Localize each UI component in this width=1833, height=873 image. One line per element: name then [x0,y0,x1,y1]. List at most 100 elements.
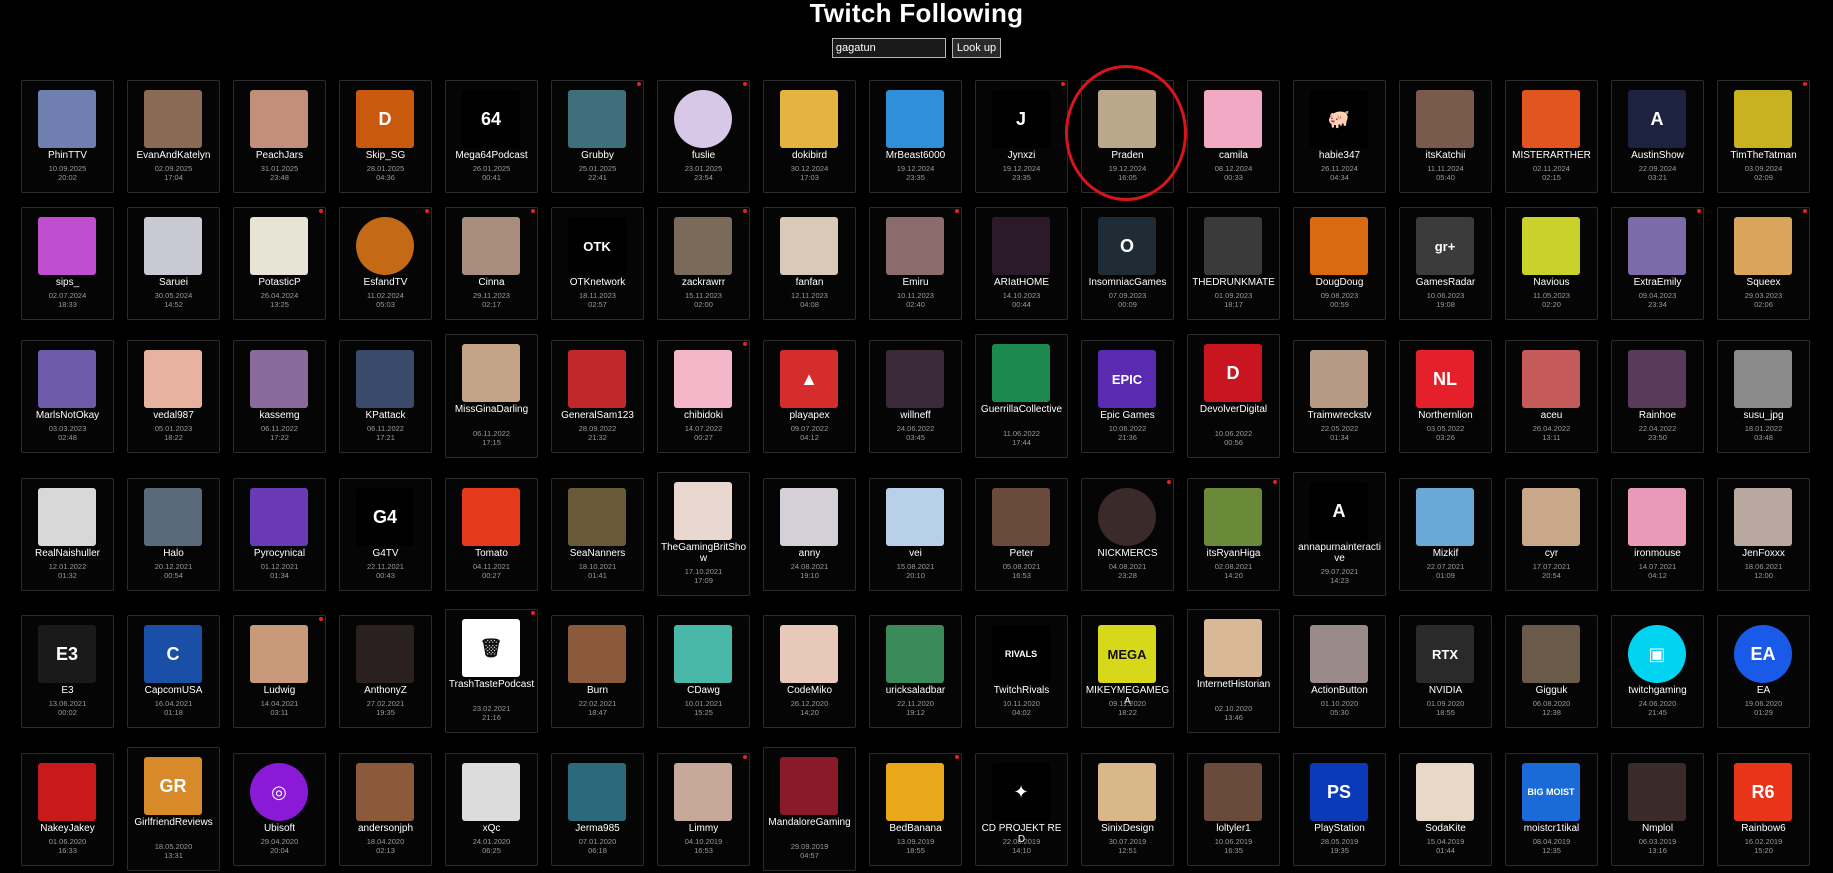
channel-card[interactable]: loltyler1 10.06.2019 16:35 [1187,753,1280,866]
channel-card[interactable]: ◎ Ubisoft 29.04.2020 20:04 [233,753,326,866]
channel-name[interactable]: SinixDesign [1084,823,1171,834]
channel-card[interactable]: willneff 24.06.2022 03:45 [869,340,962,453]
channel-name[interactable]: Navious [1508,277,1595,288]
channel-card[interactable]: camila 08.12.2024 00:33 [1187,80,1280,193]
channel-name[interactable]: ironmouse [1614,548,1701,559]
channel-card[interactable]: MISTERARTHER 02.11.2024 02:15 [1505,80,1598,193]
channel-card[interactable]: Peter 05.08.2021 16:53 [975,478,1068,591]
channel-name[interactable]: EsfandTV [342,277,429,288]
channel-name[interactable]: Halo [130,548,217,559]
channel-card[interactable]: C CapcomUSA 16.04.2021 01:18 [127,615,220,728]
person-photo-icon[interactable] [1310,625,1368,683]
channel-card[interactable]: Tomato 04.11.2021 00:27 [445,478,538,591]
channel-card[interactable]: vei 15.08.2021 20:10 [869,478,962,591]
channel-name[interactable]: Jynxzi [978,150,1065,161]
channel-name[interactable]: Peter [978,548,1065,559]
channel-name[interactable]: Mega64Podcast [448,150,535,161]
channel-name[interactable]: ExtraEmily [1614,277,1701,288]
twitch-logo-icon[interactable]: ▣ [1628,625,1686,683]
mikey-logo-icon[interactable]: MEGA [1098,625,1156,683]
channel-name[interactable]: NVIDIA [1402,685,1489,696]
channel-name[interactable]: PhinTTV [24,150,111,161]
g4-logo-icon[interactable]: G4 [356,488,414,546]
channel-card[interactable]: ARIatHOME 14.10.2023 00:44 [975,207,1068,320]
channel-name[interactable]: vedal987 [130,410,217,421]
pallet-photo-icon[interactable] [1098,90,1156,148]
channel-name[interactable]: aceu [1508,410,1595,421]
green-logo-icon[interactable] [886,625,944,683]
channel-card[interactable]: JenFoxxx 18.06.2021 12:00 [1717,478,1810,591]
knight-art-icon[interactable] [780,757,838,815]
channel-card[interactable]: GeneralSam123 28.09.2022 21:32 [551,340,644,453]
channel-name[interactable]: InternetHistorian [1190,679,1277,690]
channel-card[interactable]: ironmouse 14.07.2021 04:12 [1611,478,1704,591]
channel-name[interactable]: DevolverDigital [1190,404,1277,415]
channel-card[interactable]: A AustinShow 22.09.2024 03:21 [1611,80,1704,193]
channel-card[interactable]: 🐖 habie347 26.11.2024 04:34 [1293,80,1386,193]
channel-name[interactable]: Traimwreckstv [1296,410,1383,421]
purple-ghost-icon[interactable] [250,488,308,546]
r6-logo-icon[interactable]: R6 [1734,763,1792,821]
channel-name[interactable]: Burn [554,685,641,696]
anime-white-icon[interactable] [780,488,838,546]
bw-photo-icon[interactable] [1204,217,1262,275]
channel-card[interactable]: EA EA 19.06.2020 01:29 [1717,615,1810,728]
dragon-art-icon[interactable] [356,763,414,821]
channel-card[interactable]: vedal987 05.01.2023 18:22 [127,340,220,453]
moist-logo-icon[interactable]: BIG MOIST [1522,763,1580,821]
crescent-logo-icon[interactable]: O [1098,217,1156,275]
d-logo-icon[interactable]: D [356,90,414,148]
channel-card[interactable]: SodaKite 15.04.2019 01:44 [1399,753,1492,866]
ubisoft-logo-icon[interactable]: ◎ [250,763,308,821]
a-logo-icon[interactable]: A [1628,90,1686,148]
channel-name[interactable]: Pyrocynical [236,548,323,559]
channel-name[interactable]: ARIatHOME [978,277,1065,288]
channel-card[interactable]: D DevolverDigital 10.06.2022 00:56 [1187,334,1280,458]
channel-name[interactable]: Northernlion [1402,410,1489,421]
channel-card[interactable]: CodeMiko 26.12.2020 14:20 [763,615,856,728]
channel-card[interactable]: TheGamingBritShow 17.10.2021 17:09 [657,472,750,596]
channel-name[interactable]: InsomniacGames [1084,277,1171,288]
channel-name[interactable]: habie347 [1296,150,1383,161]
channel-name[interactable]: CapcomUSA [130,685,217,696]
channel-name[interactable]: willneff [872,410,959,421]
woman-photo-icon[interactable] [1734,488,1792,546]
channel-name[interactable]: TwitchRivals [978,685,1065,696]
channel-name[interactable]: SodaKite [1402,823,1489,834]
channel-name[interactable]: THEDRUNKMATE [1190,277,1277,288]
channel-card[interactable]: PhinTTV 10.09.2025 20:02 [21,80,114,193]
channel-card[interactable]: Pyrocynical 01.12.2021 01:34 [233,478,326,591]
e3-logo-icon[interactable]: E3 [38,625,96,683]
channel-card[interactable]: R6 Rainbow6 16.02.2019 15:20 [1717,753,1810,866]
channel-name[interactable]: playapex [766,410,853,421]
man-photo-icon[interactable] [568,90,626,148]
channel-name[interactable]: EvanAndKatelyn [130,150,217,161]
anime-pink-icon[interactable] [1204,90,1262,148]
channel-card[interactable]: EsfandTV 11.02.2024 05:03 [339,207,432,320]
channel-card[interactable]: Traimwreckstv 22.05.2022 01:34 [1293,340,1386,453]
channel-card[interactable]: Rainhoe 22.04.2022 23:50 [1611,340,1704,453]
channel-name[interactable]: andersonjph [342,823,429,834]
channel-name[interactable]: MissGinaDarling [448,404,535,415]
channel-name[interactable]: zackrawrr [660,277,747,288]
channel-card[interactable]: SinixDesign 30.07.2019 12:51 [1081,753,1174,866]
channel-card[interactable]: ActionButton 01.10.2020 05:30 [1293,615,1386,728]
channel-name[interactable]: Ludwig [236,685,323,696]
channel-card[interactable]: Navious 11.05.2023 02:20 [1505,207,1598,320]
channel-name[interactable]: sips_ [24,277,111,288]
panda-girl-icon[interactable] [250,217,308,275]
channel-name[interactable]: KPattack [342,410,429,421]
dark-portrait-icon[interactable] [356,625,414,683]
man-photo-icon[interactable] [250,350,308,408]
channel-card[interactable]: G4 G4TV 22.11.2021 00:43 [339,478,432,591]
channel-name[interactable]: cyr [1508,548,1595,559]
tatman-logo-icon[interactable] [1734,90,1792,148]
woman-photo-icon[interactable] [1734,350,1792,408]
anime-girl-icon[interactable] [674,625,732,683]
ps-logo-icon[interactable]: PS [1310,763,1368,821]
channel-name[interactable]: Saruei [130,277,217,288]
channel-name[interactable]: Rainbow6 [1720,823,1807,834]
channel-card[interactable]: TimTheTatman 03.09.2024 02:09 [1717,80,1810,193]
channel-card[interactable]: fuslie 23.01.2025 23:54 [657,80,750,193]
channel-name[interactable]: RealNaishuller [24,548,111,559]
